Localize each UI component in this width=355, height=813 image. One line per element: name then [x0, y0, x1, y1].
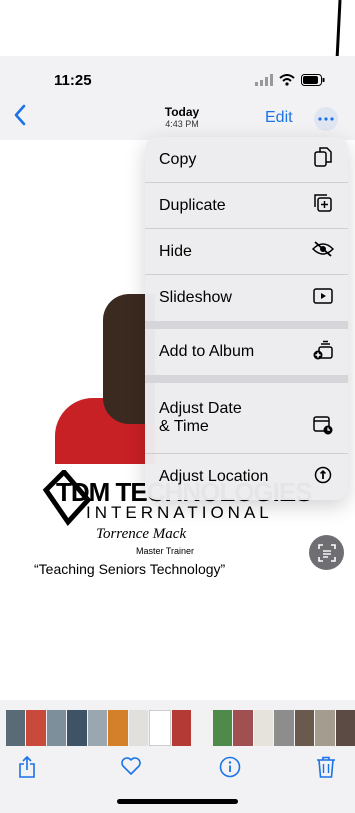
more-button[interactable] — [314, 107, 338, 131]
heart-icon — [121, 757, 141, 775]
trainer-role: Master Trainer — [136, 546, 195, 556]
live-text-button[interactable] — [309, 535, 344, 570]
info-button[interactable] — [219, 756, 241, 784]
thumbnail[interactable] — [192, 710, 212, 746]
cellular-signal-icon — [255, 73, 273, 91]
duplicate-icon — [312, 194, 334, 217]
favorite-button[interactable] — [120, 756, 142, 782]
thumbnail[interactable] — [128, 710, 149, 746]
thumbnail[interactable] — [46, 710, 67, 746]
home-indicator — [117, 799, 238, 804]
menu-item-adjust-date-time[interactable]: Adjust Date & Time — [145, 383, 348, 454]
thumbnail[interactable] — [108, 710, 128, 746]
menu-label: Hide — [159, 242, 192, 260]
edit-button[interactable]: Edit — [265, 109, 293, 127]
menu-item-copy[interactable]: Copy — [145, 137, 348, 183]
back-button[interactable] — [14, 104, 26, 130]
copy-icon — [312, 147, 334, 172]
status-icons — [255, 73, 325, 91]
menu-separator — [145, 375, 348, 383]
trash-icon — [317, 756, 335, 778]
share-icon — [19, 755, 35, 778]
chevron-left-icon — [14, 104, 26, 126]
trainer-name: Torrence Mack — [96, 526, 187, 542]
delete-button[interactable] — [316, 756, 336, 784]
menu-item-hide[interactable]: Hide — [145, 229, 348, 275]
context-menu: Copy Duplicate Hide Slideshow Add to Alb… — [145, 137, 348, 500]
thumbnail[interactable] — [67, 710, 87, 746]
menu-label: Copy — [159, 150, 197, 168]
ellipsis-circle-icon — [318, 117, 334, 121]
info-icon — [219, 756, 241, 778]
thumbnail-strip[interactable] — [6, 710, 355, 746]
play-rectangle-icon — [312, 287, 334, 309]
wifi-icon — [279, 73, 295, 91]
share-button[interactable] — [18, 755, 36, 784]
thumbnail[interactable] — [294, 710, 315, 746]
menu-label: Duplicate — [159, 196, 226, 214]
location-info-icon — [312, 466, 334, 489]
menu-label: Adjust Location — [159, 468, 269, 485]
thumbnail[interactable] — [26, 710, 46, 746]
menu-separator — [145, 321, 348, 329]
thumbnail[interactable] — [6, 710, 26, 746]
thumbnail[interactable] — [233, 710, 253, 746]
thumbnail[interactable] — [335, 710, 355, 746]
thumbnail[interactable] — [212, 710, 233, 746]
menu-label: Add to Album — [159, 343, 255, 360]
eye-slash-icon — [311, 241, 335, 262]
live-text-icon — [317, 543, 336, 562]
thumbnail[interactable] — [171, 710, 192, 746]
thumbnail[interactable] — [315, 710, 335, 746]
person-photo — [55, 288, 155, 468]
calendar-clock-icon — [312, 397, 334, 440]
status-time: 11:25 — [54, 72, 92, 89]
tagline: “Teaching Seniors Technology” — [34, 561, 226, 577]
menu-label: Slideshow — [159, 289, 232, 306]
thumbnail[interactable] — [149, 710, 171, 746]
menu-item-add-to-album[interactable]: Add to Album — [145, 329, 348, 375]
nav-time: 4:43 PM — [165, 119, 199, 129]
menu-item-adjust-location[interactable]: Adjust Location — [145, 454, 348, 500]
thumbnail[interactable] — [253, 710, 274, 746]
add-album-icon — [312, 340, 334, 365]
battery-icon — [301, 73, 325, 91]
logo-sub-text: INTERNATIONAL — [86, 503, 273, 522]
nav-title: Today 4:43 PM — [150, 106, 214, 130]
menu-item-slideshow[interactable]: Slideshow — [145, 275, 348, 321]
menu-item-duplicate[interactable]: Duplicate — [145, 183, 348, 229]
nav-date: Today — [164, 105, 200, 119]
menu-label: Adjust Date & Time — [159, 400, 242, 435]
thumbnail[interactable] — [274, 710, 294, 746]
thumbnail[interactable] — [87, 710, 108, 746]
